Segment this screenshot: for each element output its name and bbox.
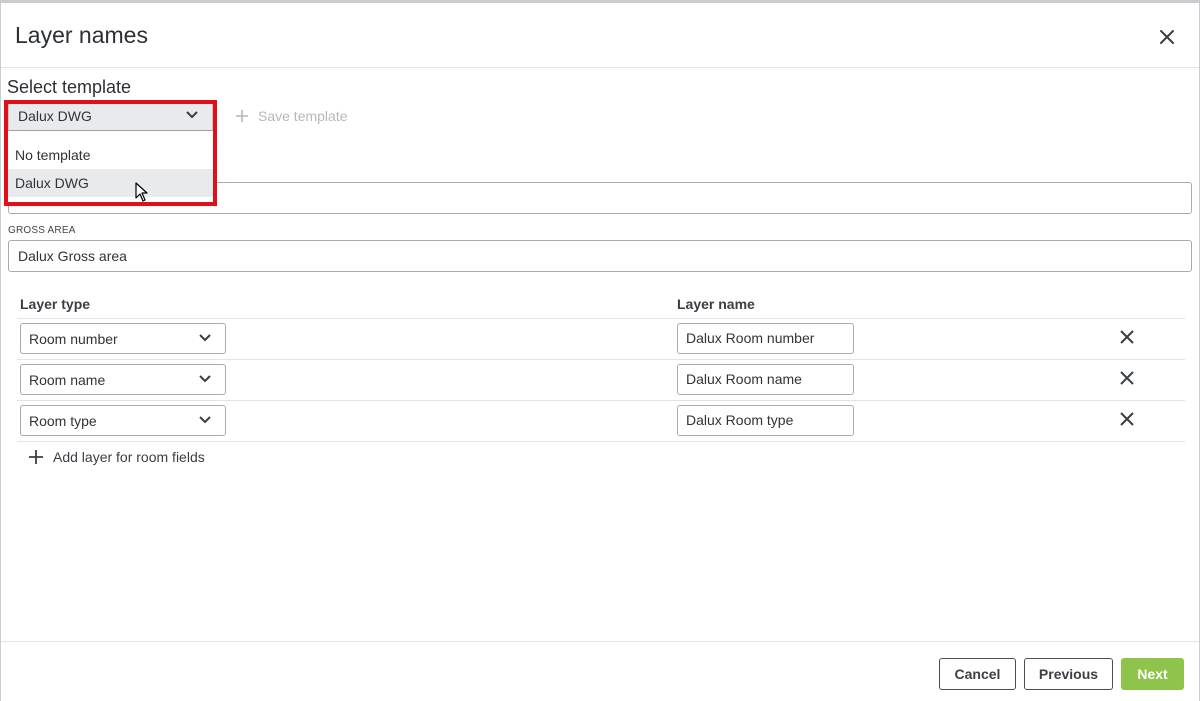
plus-icon <box>236 110 248 122</box>
gross-area-input[interactable]: Dalux Gross area <box>8 240 1192 272</box>
layer-name-input[interactable]: Dalux Room type <box>677 405 854 436</box>
row-divider <box>17 441 1185 442</box>
dialog-title: Layer names <box>15 22 148 48</box>
close-button[interactable] <box>1153 23 1181 51</box>
layer-type-select[interactable]: Room type <box>20 405 226 436</box>
row-divider <box>17 318 1185 319</box>
layer-type-select[interactable]: Room name <box>20 364 226 395</box>
remove-row-button[interactable] <box>1117 409 1137 429</box>
dialog-header: Layer names <box>1 3 1199 68</box>
save-template-button[interactable]: Save template <box>234 106 348 126</box>
layer-type-select[interactable]: Room number <box>20 323 226 354</box>
layer-type-value: Room number <box>29 331 118 347</box>
layer-type-value: Room name <box>29 372 106 388</box>
row-divider <box>17 359 1185 360</box>
add-layer-button[interactable]: Add layer for room fields <box>28 449 205 465</box>
close-icon <box>1120 371 1134 385</box>
gross-area-label: GROSS AREA <box>8 225 76 236</box>
row-divider <box>17 400 1185 401</box>
remove-row-button[interactable] <box>1117 368 1137 388</box>
template-selected-value: Dalux DWG <box>18 108 92 124</box>
close-icon <box>1120 330 1134 344</box>
previous-button[interactable]: Previous <box>1024 658 1113 690</box>
select-template-label: Select template <box>7 77 132 97</box>
plus-icon <box>29 450 43 464</box>
chevron-down-icon <box>199 375 211 383</box>
add-layer-label: Add layer for room fields <box>53 449 205 465</box>
col-header-layer-name: Layer name <box>677 296 755 312</box>
chevron-down-icon <box>199 416 211 424</box>
template-option-no-template[interactable]: No template <box>8 141 213 169</box>
template-option-dalux-dwg[interactable]: Dalux DWG <box>8 169 213 197</box>
chevron-down-icon <box>186 111 198 119</box>
template-select[interactable]: Dalux DWG <box>8 100 213 131</box>
next-button[interactable]: Next <box>1121 658 1184 690</box>
footer-divider <box>1 641 1199 642</box>
layer-name-input[interactable]: Dalux Room number <box>677 323 854 354</box>
chevron-down-icon <box>199 334 211 342</box>
cancel-button[interactable]: Cancel <box>939 658 1016 690</box>
save-template-label: Save template <box>258 108 348 124</box>
layer-name-input[interactable]: Dalux Room name <box>677 364 854 395</box>
layer-type-value: Room type <box>29 413 97 429</box>
close-icon <box>1120 412 1134 426</box>
remove-row-button[interactable] <box>1117 327 1137 347</box>
col-header-layer-type: Layer type <box>20 296 91 312</box>
mouse-cursor-icon <box>135 182 148 202</box>
layer-names-dialog: Layer names Select template Dalux DWG Sa… <box>0 0 1200 701</box>
close-icon <box>1160 30 1174 44</box>
template-dropdown-list: No template Dalux DWG <box>8 133 213 203</box>
